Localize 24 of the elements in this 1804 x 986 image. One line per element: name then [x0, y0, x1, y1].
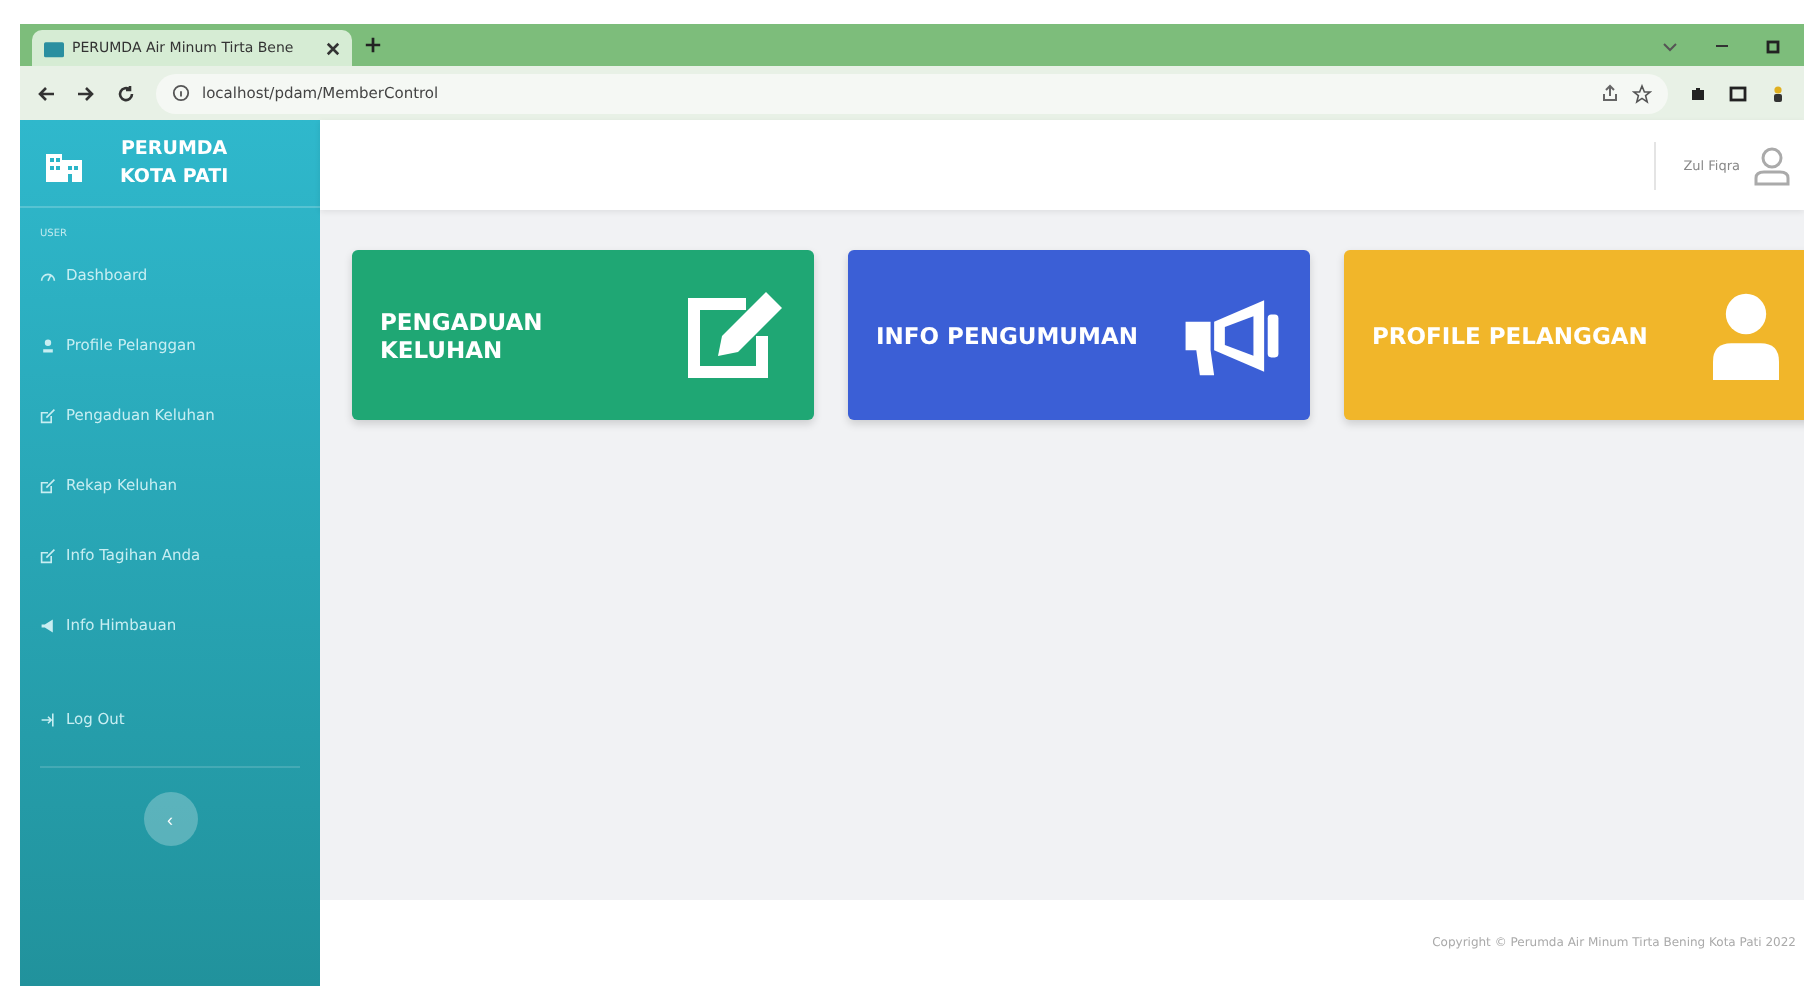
megaphone-icon — [40, 617, 56, 633]
info-icon — [172, 84, 190, 102]
star-icon[interactable] — [1632, 83, 1652, 103]
close-icon[interactable] — [326, 41, 340, 55]
building-icon — [44, 39, 64, 57]
menu-card[interactable]: PROFILE PELANGGAN — [1344, 250, 1804, 420]
share-icon[interactable] — [1600, 83, 1620, 103]
logout-icon — [40, 711, 56, 727]
edit-icon — [40, 477, 56, 493]
menu-card[interactable]: INFO PENGUMUMAN — [848, 250, 1310, 420]
menu-card[interactable]: PENGADUAN KELUHAN — [352, 250, 814, 420]
new-tab-icon[interactable] — [364, 36, 382, 54]
edit-icon — [40, 547, 56, 563]
brand-name: KOTA PATI — [120, 163, 229, 191]
forward-icon[interactable] — [76, 83, 96, 103]
brand-name: PERUMDA — [120, 135, 228, 163]
back-icon[interactable] — [36, 83, 56, 103]
user-icon — [40, 337, 56, 353]
edit-icon — [686, 291, 786, 379]
restore-icon[interactable] — [1764, 35, 1784, 55]
sidepanel-icon[interactable] — [1728, 83, 1748, 103]
edit-icon — [40, 407, 56, 423]
reload-icon[interactable] — [116, 83, 136, 103]
sidebar-toggle-button[interactable]: ‹ — [143, 792, 197, 846]
